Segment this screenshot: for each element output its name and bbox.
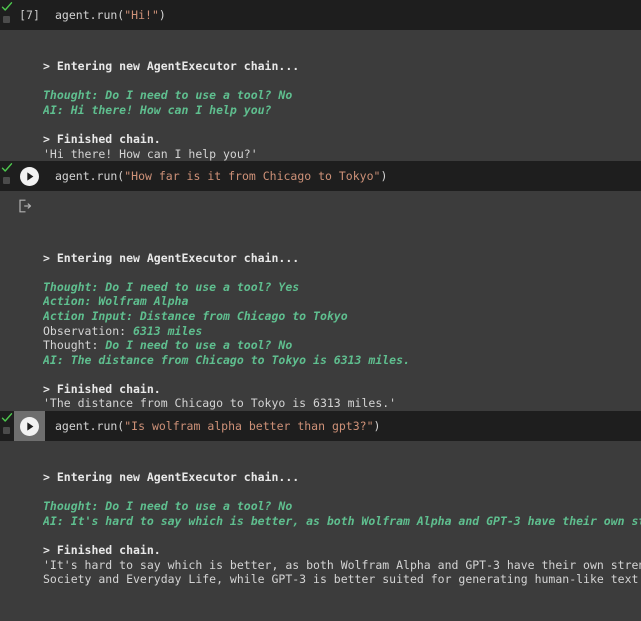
output-line-label: Observation: [43,323,134,338]
output-line: AI: Hi there! How can I help you? [43,102,272,117]
output-line: > Finished chain. [43,543,161,558]
output-line: 'It's hard to say which is better, as bo… [43,557,641,572]
output-line: AI: The distance from Chicago to Tokyo i… [43,352,410,367]
notebook-container: [7] agent.run("Hi!") > Entering new Agent… [0,0,641,621]
run-cell-button[interactable] [14,161,45,191]
output-line: Thought: Do I need to use a tool? No [43,88,293,103]
output-line: > Finished chain. [43,381,161,396]
code-suffix: ) [373,419,381,434]
output-blank-line [43,456,641,471]
output-blank-line [43,30,641,45]
output-line: > Entering new AgentExecutor chain... [43,470,300,485]
notebook-cell[interactable]: agent.run("Is wolfram alpha better than … [0,411,641,587]
output-line-label: Thought: [43,338,106,353]
output-blank-line [43,441,641,456]
cell-code-text[interactable]: agent.run("Is wolfram alpha better than … [45,411,641,441]
output-line: > Entering new AgentExecutor chain... [43,59,300,74]
code-prefix: agent.run( [55,419,125,434]
cell-output-text: > Entering new AgentExecutor chain... Th… [14,441,641,587]
output-line-value: 6313 miles [133,323,203,338]
code-prefix: agent.run( [55,169,125,184]
execution-count-label: [7] [19,8,40,22]
run-cell-button[interactable]: [7] [14,0,45,30]
output-line: Thought: Do I need to use a tool? Yes [43,279,300,294]
output-blank-line [43,236,641,251]
cell-output-text: > Entering new AgentExecutor chain... Th… [14,30,641,161]
output-line: Action Input: Distance from Chicago to T… [43,308,348,323]
output-blank-line [43,221,641,236]
cell-code-text[interactable]: agent.run("Hi!") [45,0,641,30]
output-blank-line [43,367,641,382]
output-line: Action: Wolfram Alpha [43,294,189,309]
code-string-literal: "Hi!" [124,8,159,22]
output-blank-line [43,265,641,280]
cell-output-area: > Entering new AgentExecutor chain... Th… [0,191,641,412]
cell-output-area: > Entering new AgentExecutor chain... Th… [0,441,641,587]
cell-output-area: > Entering new AgentExecutor chain... Th… [0,30,641,162]
output-line: Thought: Do I need to use a tool? No [43,338,641,353]
play-icon [20,416,39,436]
output-blank-line [43,485,641,500]
output-blank-line [43,74,641,89]
cell-code-text[interactable]: agent.run("How far is it from Chicago to… [45,161,641,191]
output-line: > Finished chain. [43,132,161,147]
notebook-cell[interactable]: agent.run("How far is it from Chicago to… [0,161,641,412]
output-line: Observation: 6313 miles [43,324,641,339]
cell-input-row[interactable]: [7] agent.run("Hi!") [0,0,641,30]
cell-input-row[interactable]: agent.run("How far is it from Chicago to… [0,161,641,192]
output-line: Society and Everyday Life, while GPT-3 i… [43,572,641,587]
code-suffix: ) [158,8,166,22]
output-blank-line [43,118,641,133]
output-indicator-row [14,191,641,221]
code-prefix: agent.run( [55,8,125,22]
cell-input-row[interactable]: agent.run("Is wolfram alpha better than … [0,411,641,442]
output-line: 'The distance from Chicago to Tokyo is 6… [43,396,397,411]
notebook-cell[interactable]: [7] agent.run("Hi!") > Entering new Agent… [0,0,641,162]
output-blank-line [43,45,641,60]
code-suffix: ) [380,169,388,184]
play-icon [20,166,39,186]
code-string-literal: "Is wolfram alpha better than gpt3?" [124,419,374,434]
output-line-value: Do I need to use a tool? No [105,338,293,353]
cell-output-text: > Entering new AgentExecutor chain... Th… [14,221,641,411]
output-line: 'Hi there! How can I help you?' [43,146,258,161]
code-string-literal: "How far is it from Chicago to Tokyo" [124,169,381,184]
output-blank-line [43,529,641,544]
output-line: Thought: Do I need to use a tool? No [43,499,293,514]
output-arrow-icon [18,199,32,213]
run-cell-button[interactable] [14,411,45,442]
output-line: AI: It's hard to say which is better, as… [43,514,641,529]
output-line: > Entering new AgentExecutor chain... [43,250,300,265]
